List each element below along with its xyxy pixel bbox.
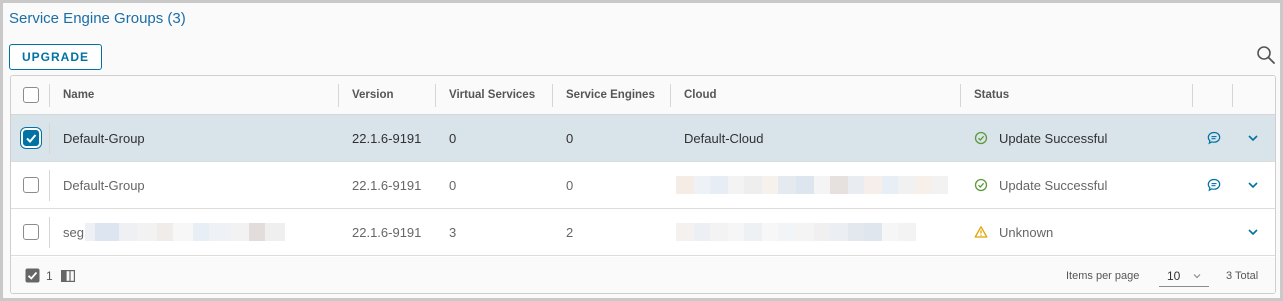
select-all-cell: [23, 76, 39, 114]
row-select-cell: [23, 162, 39, 208]
chevron-down-icon[interactable]: [1246, 178, 1260, 192]
row-checkbox[interactable]: [23, 224, 39, 240]
select-all-checkbox[interactable]: [23, 87, 39, 103]
table-row[interactable]: seg 22.1.6-9191 3 2 Unknown: [11, 209, 1275, 256]
service-engines-cell: 0: [566, 177, 574, 193]
comment-icon[interactable]: [1206, 130, 1222, 146]
selected-count: 1: [46, 268, 53, 283]
table-row[interactable]: Default-Group 22.1.6-9191 0 0 Default-Cl…: [11, 115, 1275, 162]
row-expand-cell: [1246, 209, 1260, 255]
chevron-down-icon: [1193, 273, 1201, 278]
data-grid: Name Version Virtual Services Service En…: [10, 75, 1276, 294]
column-header-virtual-services[interactable]: Virtual Services: [449, 76, 535, 114]
name-cell[interactable]: Default-Group: [63, 162, 145, 208]
search-icon[interactable]: [1256, 45, 1276, 65]
column-header-name[interactable]: Name: [63, 76, 94, 114]
comment-icon[interactable]: [1206, 177, 1222, 193]
status-text: Update Successful: [999, 130, 1108, 146]
grid-footer: 1 Items per page 10 3 Total: [11, 257, 1275, 293]
row-checkbox[interactable]: [23, 177, 39, 193]
items-per-page-select[interactable]: 10: [1159, 265, 1209, 287]
name-cell[interactable]: Default-Group: [63, 115, 145, 161]
column-header-service-engines[interactable]: Service Engines: [566, 76, 655, 114]
chevron-down-icon[interactable]: [1246, 131, 1260, 145]
cloud-cell-redacted: [676, 209, 916, 255]
check-circle-icon: [974, 131, 988, 145]
page-title: Service Engine Groups (3): [9, 10, 186, 27]
warning-icon: [974, 226, 988, 238]
items-per-page-label: Items per page: [1066, 269, 1140, 282]
row-checkbox[interactable]: [23, 130, 39, 146]
panel: Service Engine Groups (3) UPGRADE Name V…: [0, 0, 1283, 301]
row-select-cell: [23, 115, 39, 161]
service-engines-cell: 0: [566, 130, 574, 146]
selection-summary: 1: [25, 257, 75, 293]
status-cell: Update Successful: [974, 162, 1107, 208]
column-header-cloud[interactable]: Cloud: [684, 76, 717, 114]
name-redacted: [84, 223, 285, 241]
virtual-services-cell: 3: [449, 224, 457, 240]
row-expand-cell: [1246, 162, 1260, 208]
checkbox-checked-icon: [25, 268, 40, 283]
row-comment-cell: [1206, 115, 1222, 161]
row-select-cell: [23, 209, 39, 255]
version-cell: 22.1.6-9191: [352, 224, 422, 240]
status-text: Unknown: [999, 224, 1054, 240]
table-row[interactable]: Default-Group 22.1.6-9191 0 0 Update Suc…: [11, 162, 1275, 209]
upgrade-button[interactable]: UPGRADE: [9, 44, 102, 70]
name-cell[interactable]: seg: [63, 209, 285, 255]
cloud-cell-redacted: [676, 162, 948, 208]
status-cell: Unknown: [974, 209, 1053, 255]
version-cell: 22.1.6-9191: [352, 130, 422, 146]
column-header-status[interactable]: Status: [974, 76, 1009, 114]
items-per-page-value: 10: [1167, 268, 1181, 283]
row-expand-cell: [1246, 115, 1260, 161]
status-text: Update Successful: [999, 177, 1108, 193]
check-circle-icon: [974, 178, 988, 192]
column-header-version[interactable]: Version: [352, 76, 394, 114]
chevron-down-icon[interactable]: [1246, 225, 1260, 239]
cloud-cell: Default-Cloud: [684, 130, 764, 146]
check-icon: [26, 134, 37, 143]
name-text: seg: [63, 224, 84, 240]
column-toggle-icon[interactable]: [60, 269, 75, 282]
row-comment-cell: [1206, 162, 1222, 208]
virtual-services-cell: 0: [449, 177, 457, 193]
table-header-row: Name Version Virtual Services Service En…: [11, 76, 1275, 115]
total-count: 3 Total: [1226, 269, 1259, 282]
version-cell: 22.1.6-9191: [352, 177, 422, 193]
status-cell: Update Successful: [974, 115, 1107, 161]
virtual-services-cell: 0: [449, 130, 457, 146]
service-engines-cell: 2: [566, 224, 574, 240]
